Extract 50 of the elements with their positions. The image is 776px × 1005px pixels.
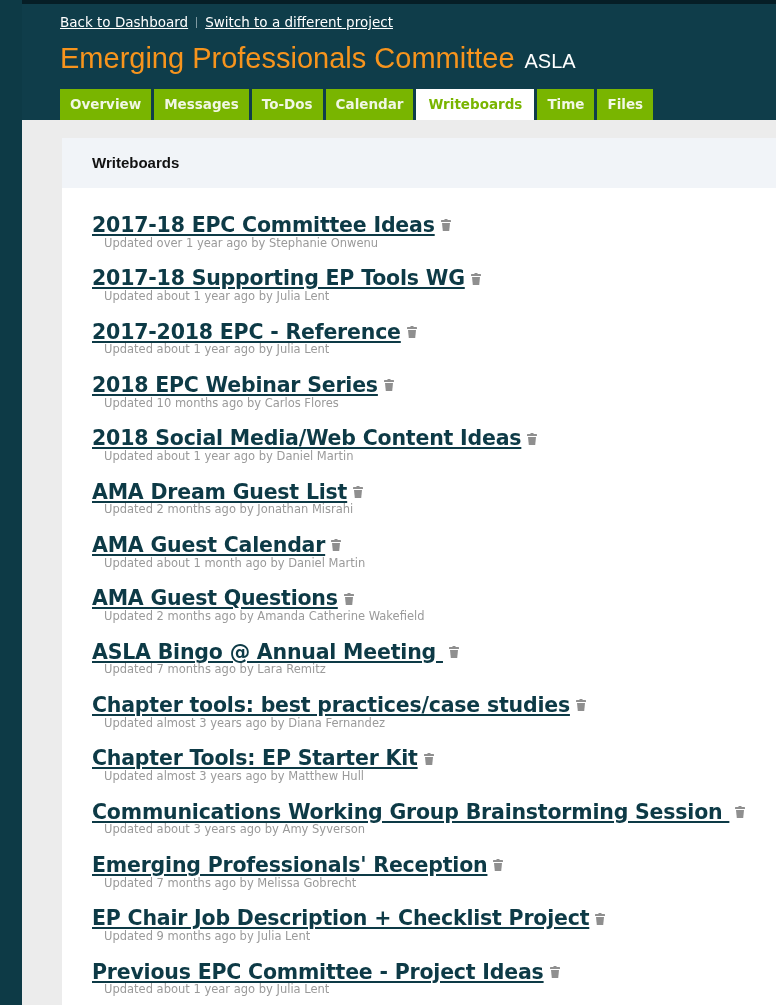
updated-text: Updated about 1 year ago by Daniel Martin — [104, 449, 355, 464]
updated-text: Updated almost 3 years ago by Diana Fernandez — [104, 716, 386, 731]
trash-icon[interactable] — [423, 752, 434, 765]
trash-icon[interactable] — [735, 806, 746, 819]
writeboard-link[interactable]: 2018 EPC Webinar Series — [92, 374, 378, 397]
trash-icon[interactable] — [549, 966, 560, 979]
writeboard-link[interactable]: Previous EPC Committee - Project Ideas — [92, 960, 544, 984]
updated-text: Updated about 1 year ago by Julia Lent — [104, 289, 331, 304]
project-title: Emerging Professionals Committee — [60, 42, 515, 75]
company-name: ASLA — [524, 50, 576, 73]
updated-text: Updated almost 3 years ago by Matthew Hull — [104, 770, 366, 784]
updated-text: Updated about 1 month ago by Daniel Martin — [104, 556, 367, 571]
trash-icon[interactable] — [575, 699, 586, 712]
writeboard-link[interactable]: EP Chair Job Description + Checklist Project — [92, 907, 590, 930]
updated-text: Updated 7 months ago by Lara Remitz — [104, 663, 327, 678]
writeboard-link[interactable]: 2017-2018 EPC - Reference — [92, 320, 401, 344]
updated-text: Updated over 1 year ago by Stephanie Onwenu — [104, 236, 380, 251]
trash-icon[interactable] — [595, 912, 606, 925]
nav-link[interactable]: Switch to a different project — [205, 14, 393, 30]
writeboard-link[interactable]: Chapter tools: best practices/case studies — [92, 694, 570, 717]
updated-text: Updated about 1 year ago by Julia Lent — [104, 343, 331, 358]
writeboard-link[interactable]: 2018 Social Media/Web Content Ideas — [92, 427, 522, 450]
updated-text: Updated 10 months ago by Carlos Flores — [104, 396, 340, 411]
writeboard-link[interactable]: 2017-18 EPC Committee Ideas — [92, 214, 435, 237]
writeboard-link[interactable]: 2017-18 Supporting EP Tools WG — [92, 267, 465, 290]
nav-link[interactable]: Back to Dashboard — [60, 14, 189, 30]
trash-icon[interactable] — [470, 272, 481, 285]
writeboard-link[interactable]: Emerging Professionals' Reception — [92, 854, 488, 877]
trash-icon[interactable] — [343, 592, 354, 605]
trash-icon[interactable] — [493, 859, 504, 872]
updated-text: Updated about 3 years ago by Amy Syverson — [104, 823, 366, 838]
writeboard-link[interactable]: ASLA Bingo @ Annual Meeting — [92, 640, 443, 664]
trash-icon[interactable] — [331, 539, 342, 552]
panel-title: Writeboards — [92, 154, 180, 171]
trash-icon[interactable] — [440, 219, 451, 232]
updated-text: Updated 2 months ago by Jonathan Misrahi — [104, 503, 355, 518]
trash-icon[interactable] — [448, 646, 459, 658]
writeboard-link[interactable]: AMA Guest Questions — [92, 587, 338, 610]
trash-icon[interactable] — [383, 379, 394, 392]
writeboard-link[interactable]: AMA Dream Guest List — [92, 480, 348, 504]
trash-icon[interactable] — [527, 432, 538, 445]
writeboard-link[interactable]: AMA Guest Calendar — [92, 534, 326, 557]
updated-text: Updated about 1 year ago by Julia Lent — [104, 983, 331, 998]
trash-icon[interactable] — [353, 486, 364, 498]
updated-text: Updated 9 months ago by Julia Lent — [104, 930, 311, 944]
writeboard-link[interactable]: Chapter Tools: EP Starter Kit — [92, 747, 418, 770]
trash-icon[interactable] — [406, 325, 417, 338]
updated-text: Updated 2 months ago by Amanda Catherine Wakefield — [104, 609, 426, 624]
writeboard-link[interactable]: Communications Working Group Brainstorming Session — [92, 800, 730, 824]
updated-text: Updated 7 months ago by Melissa Gobrecht — [104, 876, 358, 891]
